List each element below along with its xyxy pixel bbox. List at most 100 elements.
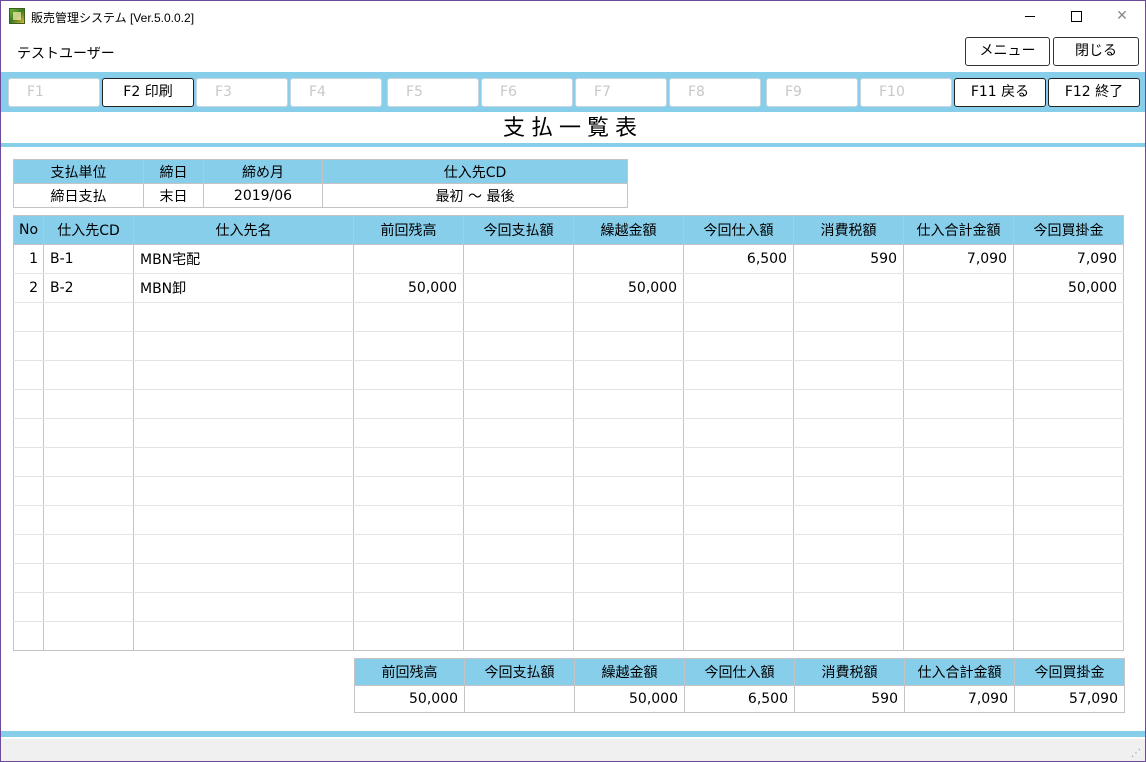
empty-row[interactable] <box>13 476 1124 506</box>
criteria-value-supplier-cd: 最初 〜 最後 <box>322 183 628 208</box>
payment-list-grid[interactable]: No 仕入先CD 仕入先名 前回残高 今回支払額 繰越金額 今回仕入額 消費税額… <box>13 215 1124 651</box>
col-header-name: 仕入先名 <box>133 215 354 245</box>
col-header-payment: 今回支払額 <box>463 215 574 245</box>
menu-button[interactable]: メニュー <box>965 37 1050 66</box>
app-window: 販売管理システム [Ver.5.0.0.2] ✕ テストユーザー メニュー 閉じ… <box>0 0 1146 762</box>
totals-table: 前回残高 今回支払額 繰越金額 今回仕入額 消費税額 仕入合計金額 今回買掛金 … <box>354 658 1125 713</box>
f9-button[interactable]: F9 <box>766 78 858 107</box>
cell-carryover: 50,000 <box>573 273 684 303</box>
criteria-header-close-month: 締め月 <box>203 159 323 184</box>
col-header-no: No <box>13 215 44 245</box>
f6-button[interactable]: F6 <box>481 78 573 107</box>
cell-purchase: 6,500 <box>683 244 794 274</box>
window-title: 販売管理システム [Ver.5.0.0.2] <box>31 11 195 25</box>
total-payment <box>464 685 575 713</box>
col-header-tax: 消費税額 <box>793 215 904 245</box>
col-header-payable: 今回買掛金 <box>1013 215 1124 245</box>
total-header-prev-balance: 前回残高 <box>354 658 465 686</box>
empty-row[interactable] <box>13 534 1124 564</box>
f12-exit-button[interactable]: F12 終了 <box>1048 78 1140 107</box>
cell-prev-balance: 50,000 <box>353 273 464 303</box>
cell-tax <box>793 273 904 303</box>
cell-payable: 7,090 <box>1013 244 1124 274</box>
title-divider <box>1 143 1145 147</box>
total-header-carryover: 繰越金額 <box>574 658 685 686</box>
empty-row[interactable] <box>13 592 1124 622</box>
criteria-header-close-day: 締日 <box>143 159 204 184</box>
col-header-carryover: 繰越金額 <box>573 215 684 245</box>
total-header-payment: 今回支払額 <box>464 658 575 686</box>
close-icon: ✕ <box>1116 8 1128 24</box>
cell-payment <box>463 244 574 274</box>
close-button[interactable]: 閉じる <box>1053 37 1139 66</box>
empty-row[interactable] <box>13 302 1124 332</box>
total-prev-balance: 50,000 <box>354 685 465 713</box>
total-header-purchase: 今回仕入額 <box>684 658 795 686</box>
page-title: 支払一覧表 <box>502 116 643 141</box>
cell-code: B-2 <box>43 273 134 303</box>
f7-button[interactable]: F7 <box>575 78 667 107</box>
f4-button[interactable]: F4 <box>290 78 382 107</box>
f8-button[interactable]: F8 <box>669 78 761 107</box>
cell-payable: 50,000 <box>1013 273 1124 303</box>
criteria-value-close-month: 2019/06 <box>203 183 323 208</box>
resize-grip-icon[interactable]: ⋰ <box>1131 749 1141 759</box>
empty-row[interactable] <box>13 563 1124 593</box>
cell-purchase-total <box>903 273 1014 303</box>
total-purchase: 6,500 <box>684 685 795 713</box>
criteria-header-supplier-cd: 仕入先CD <box>322 159 628 184</box>
total-purchase-total: 7,090 <box>904 685 1015 713</box>
minimize-button[interactable] <box>1007 1 1053 31</box>
empty-row[interactable] <box>13 418 1124 448</box>
total-header-purchase-total: 仕入合計金額 <box>904 658 1015 686</box>
total-carryover: 50,000 <box>574 685 685 713</box>
total-header-tax: 消費税額 <box>794 658 905 686</box>
f1-button[interactable]: F1 <box>8 78 100 107</box>
empty-row[interactable] <box>13 505 1124 535</box>
cell-tax: 590 <box>793 244 904 274</box>
maximize-button[interactable] <box>1053 1 1099 31</box>
col-header-prev-balance: 前回残高 <box>353 215 464 245</box>
f11-back-button[interactable]: F11 戻る <box>954 78 1046 107</box>
f3-button[interactable]: F3 <box>196 78 288 107</box>
criteria-value-close-day: 末日 <box>143 183 204 208</box>
cell-code: B-1 <box>43 244 134 274</box>
cell-purchase <box>683 273 794 303</box>
col-header-purchase: 今回仕入額 <box>683 215 794 245</box>
cell-no: 2 <box>13 273 44 303</box>
empty-row[interactable] <box>13 621 1124 651</box>
function-key-bar: F1 F2 印刷 F3 F4 F5 F6 F7 F8 F9 F10 F11 戻る… <box>1 72 1145 112</box>
total-tax: 590 <box>794 685 905 713</box>
close-window-button[interactable]: ✕ <box>1099 1 1145 31</box>
cell-payment <box>463 273 574 303</box>
empty-row[interactable] <box>13 360 1124 390</box>
criteria-table: 支払単位 締日 締め月 仕入先CD 締日支払 末日 2019/06 最初 〜 最… <box>13 159 628 208</box>
table-row[interactable]: 2 B-2 MBN卸 50,000 50,000 50,000 <box>13 273 1124 303</box>
f5-button[interactable]: F5 <box>387 78 479 107</box>
cell-no: 1 <box>13 244 44 274</box>
cell-prev-balance <box>353 244 464 274</box>
user-name: テストユーザー <box>17 46 115 62</box>
cell-carryover <box>573 244 684 274</box>
criteria-header-unit: 支払単位 <box>13 159 144 184</box>
total-header-payable: 今回買掛金 <box>1014 658 1125 686</box>
empty-row[interactable] <box>13 389 1124 419</box>
app-icon <box>9 8 25 24</box>
title-bar[interactable]: 販売管理システム [Ver.5.0.0.2] ✕ <box>1 1 1145 31</box>
cell-purchase-total: 7,090 <box>903 244 1014 274</box>
table-row[interactable]: 1 B-1 MBN宅配 6,500 590 7,090 7,090 <box>13 244 1124 274</box>
col-header-purchase-total: 仕入合計金額 <box>903 215 1014 245</box>
col-header-code: 仕入先CD <box>43 215 134 245</box>
minimize-icon <box>1025 15 1035 17</box>
empty-row[interactable] <box>13 331 1124 361</box>
empty-row[interactable] <box>13 447 1124 477</box>
total-payable: 57,090 <box>1014 685 1125 713</box>
cell-name: MBN卸 <box>133 273 354 303</box>
f2-print-button[interactable]: F2 印刷 <box>102 78 194 107</box>
bottom-divider <box>1 731 1145 737</box>
status-bar: ⋰ <box>1 739 1145 761</box>
criteria-value-unit: 締日支払 <box>13 183 144 208</box>
f10-button[interactable]: F10 <box>860 78 952 107</box>
maximize-icon <box>1070 10 1082 22</box>
cell-name: MBN宅配 <box>133 244 354 274</box>
